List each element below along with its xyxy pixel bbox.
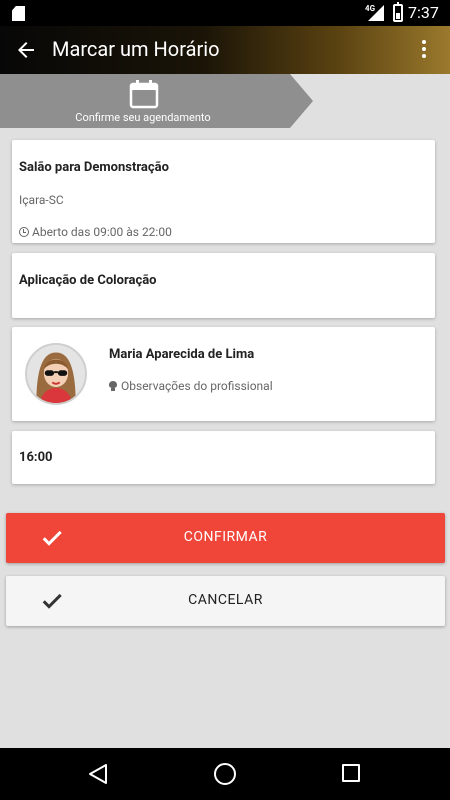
more-options-icon[interactable] bbox=[418, 40, 430, 62]
salon-hours-text: Aberto das 09:00 às 22:00 bbox=[32, 225, 172, 239]
service-name: Aplicação de Coloração bbox=[19, 273, 157, 288]
back-arrow-icon[interactable] bbox=[14, 38, 38, 62]
battery-icon bbox=[393, 2, 403, 22]
nav-home-icon[interactable] bbox=[214, 763, 236, 785]
avatar bbox=[25, 343, 87, 405]
status-time: 7:37 bbox=[408, 3, 439, 22]
appointment-time: 16:00 bbox=[19, 450, 53, 465]
navigation-bar bbox=[0, 748, 450, 800]
service-card[interactable]: Aplicação de Coloração bbox=[12, 253, 435, 318]
professional-name: Maria Aparecida de Lima bbox=[109, 347, 255, 362]
app-bar: Marcar um Horário bbox=[0, 26, 450, 74]
step-confirm: Confirme seu agendamento bbox=[0, 74, 313, 128]
step-header: Confirme seu agendamento bbox=[0, 74, 450, 128]
salon-city: Içara-SC bbox=[19, 193, 64, 207]
page-title: Marcar um Horário bbox=[52, 37, 220, 61]
cancel-button[interactable]: CANCELAR bbox=[6, 576, 445, 626]
professional-notes[interactable]: Observações do profissional bbox=[109, 379, 273, 393]
clock-icon bbox=[19, 227, 29, 237]
professional-card[interactable]: Maria Aparecida de Lima Observações do p… bbox=[12, 327, 435, 421]
lightbulb-icon bbox=[109, 380, 117, 392]
nav-recent-apps-icon[interactable] bbox=[342, 764, 360, 782]
salon-hours: Aberto das 09:00 às 22:00 bbox=[19, 225, 172, 239]
professional-notes-label: Observações do profissional bbox=[121, 379, 273, 393]
cancel-label: CANCELAR bbox=[188, 592, 263, 608]
salon-name: Salão para Demonstração bbox=[19, 160, 169, 175]
time-card[interactable]: 16:00 bbox=[12, 431, 435, 484]
salon-card[interactable]: Salão para Demonstração Içara-SC Aberto … bbox=[12, 140, 435, 243]
nav-back-icon[interactable] bbox=[88, 763, 108, 785]
sd-card-icon bbox=[12, 6, 25, 21]
signal-icon bbox=[368, 5, 384, 21]
status-bar: 4G 7:37 bbox=[0, 0, 450, 26]
step-label: Confirme seu agendamento bbox=[75, 111, 211, 124]
confirm-button[interactable]: CONFIRMAR bbox=[6, 513, 445, 563]
confirm-label: CONFIRMAR bbox=[183, 529, 268, 545]
calendar-icon bbox=[129, 80, 159, 109]
